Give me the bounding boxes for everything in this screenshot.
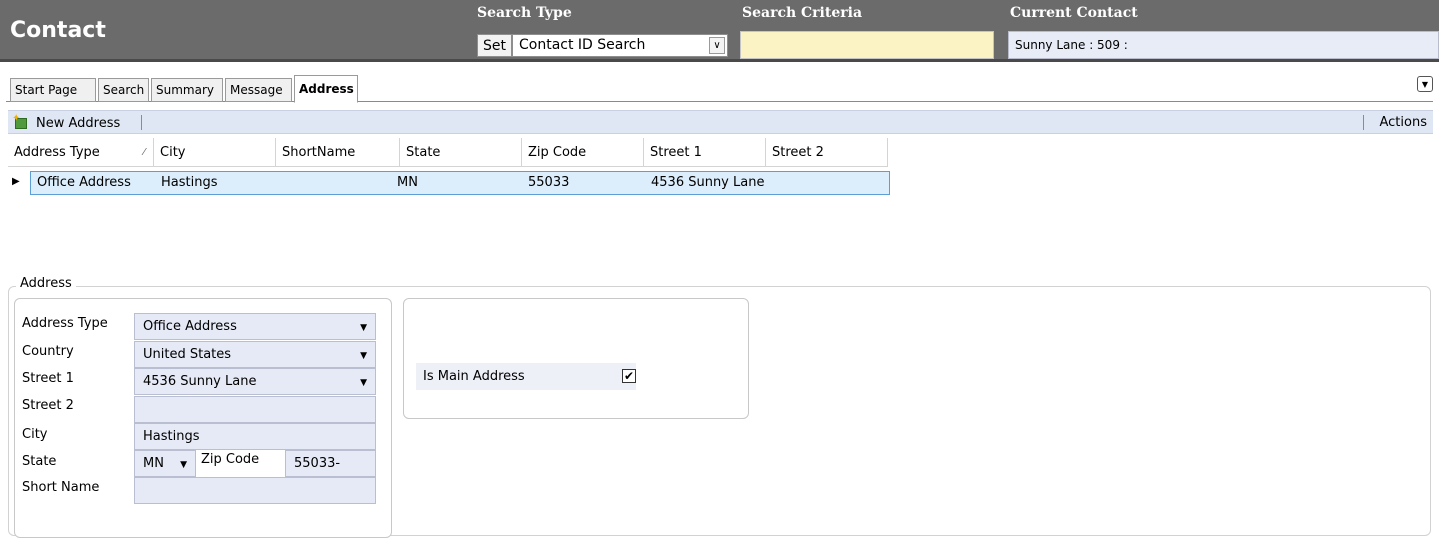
actions-menu[interactable]: Actions [1380, 115, 1428, 130]
column-header-address-type[interactable]: Address Type ⁄ [8, 138, 154, 167]
toolbar-separator [141, 115, 142, 130]
state-value: MN [143, 456, 164, 471]
new-address-label: New Address [36, 115, 121, 131]
zip-code-label: Zip Code [201, 452, 260, 467]
country-value: United States [143, 347, 232, 362]
street1-dropdown[interactable]: 4536 Sunny Lane ▼ [134, 368, 376, 395]
search-criteria-input[interactable] [740, 31, 994, 59]
dropdown-arrow-icon: ▼ [180, 460, 187, 470]
dropdown-arrow-icon: ▼ [360, 378, 367, 388]
column-header-state[interactable]: State [400, 138, 522, 167]
chevron-down-icon[interactable]: ∨ [709, 37, 725, 54]
set-button[interactable]: Set [477, 34, 512, 57]
address-group-legend: Address [16, 276, 76, 291]
current-contact-field: Sunny Lane : 509 : [1008, 31, 1439, 59]
country-label: Country [22, 344, 74, 359]
address-type-dropdown[interactable]: Office Address ▼ [134, 313, 376, 340]
current-row-indicator-icon: ▶ [12, 176, 20, 187]
cell-zip-code: 55033 [528, 175, 570, 190]
search-type-label: Search Type [477, 5, 572, 21]
tab-summary[interactable]: Summary [151, 78, 223, 102]
tab-search[interactable]: Search [98, 78, 149, 102]
address-type-value: Office Address [143, 319, 237, 334]
tab-start-page[interactable]: Start Page [10, 78, 96, 102]
column-header-street-1[interactable]: Street 1 [644, 138, 766, 167]
dropdown-arrow-icon: ▼ [360, 323, 367, 333]
column-header-zip-code[interactable]: Zip Code [522, 138, 644, 167]
search-type-value: Contact ID Search [519, 37, 646, 53]
column-header-city[interactable]: City [154, 138, 276, 167]
state-label: State [22, 454, 57, 469]
dropdown-arrow-icon: ▼ [360, 351, 367, 361]
state-dropdown[interactable]: MN ▼ [134, 450, 196, 477]
cell-city: Hastings [161, 175, 218, 190]
toolbar-separator [1363, 115, 1364, 130]
tab-message[interactable]: Message [225, 78, 292, 102]
short-name-input[interactable] [134, 477, 376, 504]
column-label: Address Type [14, 145, 100, 160]
tab-menu-icon[interactable]: ▼ [1417, 76, 1433, 92]
new-item-icon: ✦ [12, 113, 28, 130]
toolbar: ✦ New Address Actions [8, 110, 1433, 134]
options-panel [403, 298, 749, 419]
zip-code-input[interactable]: 55033- [285, 450, 376, 477]
current-contact-label: Current Contact [1010, 5, 1138, 21]
sort-ascending-icon: ⁄ [143, 147, 145, 158]
search-criteria-label: Search Criteria [742, 5, 863, 21]
cell-state: MN [397, 175, 418, 190]
tab-address[interactable]: Address [294, 75, 358, 103]
table-row[interactable]: Office Address Hastings MN 55033 4536 Su… [30, 171, 890, 195]
app-header: Contact Search Type Search Criteria Curr… [0, 0, 1439, 62]
address-type-label: Address Type [22, 316, 108, 331]
new-address-button[interactable]: ✦ New Address [12, 113, 121, 132]
city-label: City [22, 427, 48, 442]
country-dropdown[interactable]: United States ▼ [134, 341, 376, 368]
street1-label: Street 1 [22, 371, 74, 386]
search-type-select[interactable]: Contact ID Search ∨ [512, 34, 728, 57]
cell-address-type: Office Address [37, 175, 131, 190]
short-name-label: Short Name [22, 480, 100, 495]
city-input[interactable]: Hastings [134, 423, 376, 450]
is-main-address-label: Is Main Address [423, 369, 525, 384]
column-header-short-name[interactable]: ShortName [276, 138, 400, 167]
street2-label: Street 2 [22, 398, 74, 413]
cell-street-1: 4536 Sunny Lane [651, 175, 765, 190]
street1-value: 4536 Sunny Lane [143, 374, 257, 389]
street2-input[interactable] [134, 396, 376, 423]
is-main-address-checkbox[interactable]: ✔ [622, 369, 636, 383]
address-grid: Address Type ⁄ City ShortName State Zip … [8, 138, 890, 198]
column-header-street-2[interactable]: Street 2 [766, 138, 888, 167]
tab-bar: Start Page Search Summary Message Addres… [6, 72, 1433, 103]
page-title: Contact [10, 18, 106, 43]
